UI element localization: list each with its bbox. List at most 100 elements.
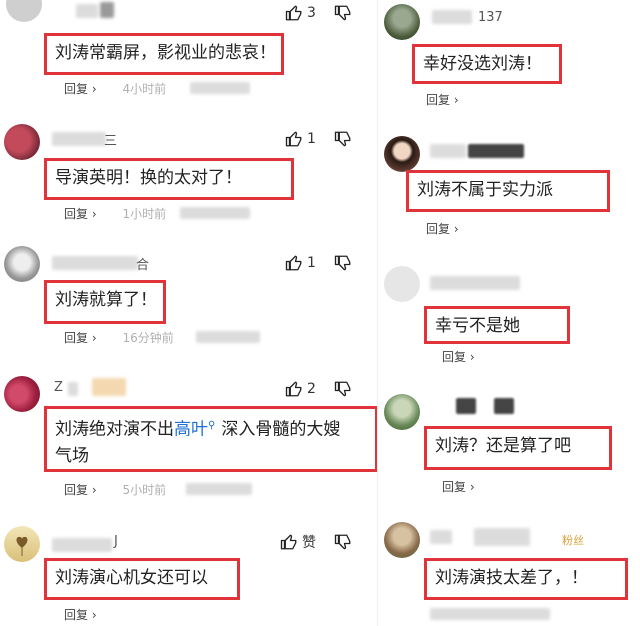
comment-meta: 回复 › 5小时前 bbox=[64, 481, 166, 498]
username-blurred bbox=[52, 538, 112, 552]
username-blurred bbox=[474, 528, 530, 546]
comment-text: 刘涛常霸屏，影视业的悲哀！ bbox=[44, 33, 284, 75]
comment-text: 刘涛演心机女还可以 bbox=[44, 558, 240, 600]
username-blurred bbox=[100, 2, 114, 18]
timestamp: 16分钟前 bbox=[122, 331, 174, 345]
comment-text: 刘涛就算了！ bbox=[44, 280, 166, 324]
thumbs-up-icon[interactable] bbox=[285, 130, 303, 148]
comment-text: 刘涛绝对演不出高叶⚲ 深入骨髓的大嫂 气场 bbox=[44, 406, 378, 472]
avatar[interactable] bbox=[4, 246, 40, 282]
comment-actions: 3 bbox=[285, 4, 352, 22]
reply-button[interactable]: 回复 › bbox=[64, 608, 97, 622]
comment-meta: 回复 › bbox=[442, 348, 475, 365]
timestamp: 1小时前 bbox=[122, 207, 167, 221]
reply-button[interactable]: 回复 › bbox=[64, 207, 97, 221]
right-comment-column: 137 幸好没选刘涛！ 回复 › 刘涛不属于实力派 回复 › 幸亏不是她 回复 … bbox=[377, 0, 640, 626]
reply-button[interactable]: 回复 › bbox=[426, 222, 459, 236]
username-blurred bbox=[92, 378, 126, 396]
chevron-right-icon: › bbox=[453, 222, 459, 236]
comment-item: 刘涛？还是算了吧 回复 › bbox=[378, 378, 640, 508]
comment-actions: 1 bbox=[285, 130, 352, 148]
thumbs-up-icon[interactable] bbox=[285, 4, 303, 22]
thumbs-up-icon[interactable] bbox=[280, 533, 298, 551]
reply-button[interactable]: 回复 › bbox=[442, 350, 475, 364]
chevron-right-icon: › bbox=[469, 480, 475, 494]
blurred-location bbox=[196, 331, 260, 343]
avatar[interactable] bbox=[4, 124, 40, 160]
comment-meta: 回复 › 4小时前 bbox=[64, 80, 166, 97]
username-blurred bbox=[456, 398, 476, 414]
avatar[interactable] bbox=[4, 376, 40, 412]
like-count: 3 bbox=[307, 5, 316, 21]
avatar[interactable] bbox=[4, 526, 40, 562]
username-blurred bbox=[468, 144, 524, 158]
thumbs-down-icon[interactable] bbox=[334, 533, 352, 551]
left-comment-column: 3 刘涛常霸屏，影视业的悲哀！ 回复 › 4小时前 三 1 导演英明！换的太对了… bbox=[0, 0, 378, 626]
reply-button[interactable]: 回复 › bbox=[64, 331, 97, 345]
username-blurred bbox=[494, 398, 514, 414]
comment-meta: 回复 › bbox=[426, 220, 459, 237]
username-fragment: 三 bbox=[104, 134, 118, 149]
comment-item: J 赞 刘涛演心机女还可以 回复 › bbox=[0, 510, 377, 626]
comment-meta: 回复 › bbox=[426, 91, 459, 108]
avatar[interactable] bbox=[384, 4, 420, 40]
comment-text: 幸好没选刘涛！ bbox=[412, 44, 562, 84]
comment-actions: 2 bbox=[285, 380, 352, 398]
comment-text: 刘涛演技太差了，！ bbox=[424, 558, 628, 600]
thumbs-up-icon[interactable] bbox=[285, 380, 303, 398]
chevron-right-icon: › bbox=[469, 350, 475, 364]
comment-text: 刘涛不属于实力派 bbox=[406, 170, 610, 212]
avatar[interactable] bbox=[384, 266, 420, 302]
like-count: 2 bbox=[307, 381, 316, 397]
comment-meta: 回复 › bbox=[442, 478, 475, 495]
username-fragment: Z bbox=[54, 380, 63, 395]
username-blurred bbox=[430, 276, 520, 290]
reply-button[interactable]: 回复 › bbox=[426, 93, 459, 107]
timestamp: 4小时前 bbox=[122, 82, 167, 96]
comment-item: 三 1 导演英明！换的太对了！ 回复 › 1小时前 bbox=[0, 110, 377, 230]
thumbs-up-icon[interactable] bbox=[285, 254, 303, 272]
comment-item: Z 2 刘涛绝对演不出高叶⚲ 深入骨髓的大嫂 气场 回复 › 5小时前 bbox=[0, 360, 378, 510]
blurred-location bbox=[180, 207, 250, 219]
username-blurred bbox=[430, 144, 466, 158]
thumbs-down-icon[interactable] bbox=[334, 380, 352, 398]
chevron-right-icon: › bbox=[91, 207, 97, 221]
chevron-right-icon: › bbox=[91, 82, 97, 96]
chevron-right-icon: › bbox=[453, 93, 459, 107]
keyword-link[interactable]: 高叶 bbox=[174, 420, 208, 440]
username-blurred bbox=[52, 256, 138, 270]
like-label: 赞 bbox=[302, 535, 316, 551]
search-icon[interactable]: ⚲ bbox=[208, 420, 215, 431]
thumbs-down-icon[interactable] bbox=[334, 130, 352, 148]
reply-button[interactable]: 回复 › bbox=[64, 82, 97, 96]
avatar[interactable] bbox=[384, 522, 420, 558]
thumbs-down-icon[interactable] bbox=[334, 254, 352, 272]
username-blurred bbox=[430, 530, 452, 544]
avatar[interactable] bbox=[384, 394, 420, 430]
reply-button[interactable]: 回复 › bbox=[64, 483, 97, 497]
comment-meta: 回复 › 1小时前 bbox=[64, 205, 166, 222]
heart-balloon-icon bbox=[16, 536, 28, 556]
blurred-location bbox=[186, 483, 252, 495]
reply-button[interactable]: 回复 › bbox=[442, 480, 475, 494]
comment-actions: 赞 bbox=[280, 532, 352, 552]
thumbs-down-icon[interactable] bbox=[334, 4, 352, 22]
comment-item: 刘涛不属于实力派 回复 › bbox=[378, 118, 640, 248]
chevron-right-icon: › bbox=[91, 483, 97, 497]
comment-item: 137 幸好没选刘涛！ 回复 › bbox=[378, 0, 640, 118]
avatar[interactable] bbox=[384, 136, 420, 172]
like-count: 1 bbox=[307, 131, 316, 147]
username-blurred bbox=[52, 132, 106, 146]
avatar[interactable] bbox=[6, 0, 42, 22]
comment-item: 粉丝 刘涛演技太差了，！ bbox=[378, 508, 640, 626]
blurred-location bbox=[190, 82, 250, 94]
comment-meta: 回复 › bbox=[64, 606, 97, 623]
like-count: 1 bbox=[307, 255, 316, 271]
username-blurred bbox=[432, 10, 472, 24]
comment-item: 3 刘涛常霸屏，影视业的悲哀！ 回复 › 4小时前 bbox=[0, 0, 377, 110]
comment-text: 刘涛？还是算了吧 bbox=[424, 426, 612, 470]
comment-item: 幸亏不是她 回复 › bbox=[378, 248, 640, 378]
username-fragment: J bbox=[114, 534, 118, 549]
comment-item: 合 1 刘涛就算了！ 回复 › 16分钟前 bbox=[0, 230, 377, 360]
blurred-meta bbox=[430, 608, 550, 620]
